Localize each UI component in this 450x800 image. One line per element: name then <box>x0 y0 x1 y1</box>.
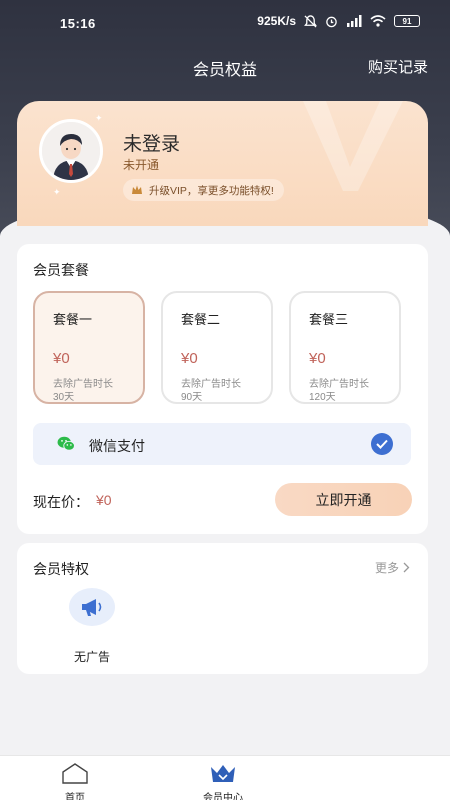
network-speed: 925K/s <box>257 14 296 28</box>
wifi-icon <box>370 15 386 27</box>
signal-icon <box>346 15 362 27</box>
member-name[interactable]: 未登录 <box>123 129 180 156</box>
plan-days: 120天 <box>309 392 336 403</box>
plan-name: 套餐二 <box>181 312 221 327</box>
more-link[interactable]: 更多 <box>375 559 410 576</box>
plan-card-3[interactable]: 套餐三 ¥0 去除广告时长 120天 <box>289 291 401 404</box>
nav-member-center-label: 会员中心 <box>203 793 243 800</box>
plan-days: 30天 <box>53 392 75 403</box>
nav-home[interactable]: 首页 <box>35 762 115 800</box>
plan-days: 90天 <box>181 392 203 403</box>
chevron-right-icon <box>403 562 410 573</box>
member-card: ✦ ✦ 未登录 未开通 升级VIP，享更多功能特权! <box>17 101 428 226</box>
privilege-no-ads[interactable]: 无广告 <box>65 588 119 665</box>
plan-card-1[interactable]: 套餐一 ¥0 去除广告时长 30天 <box>33 291 145 404</box>
plan-name: 套餐一 <box>53 312 93 327</box>
plan-card-2[interactable]: 套餐二 ¥0 去除广告时长 90天 <box>161 291 273 404</box>
vip-tip-text: 升级VIP，享更多功能特权! <box>149 184 274 197</box>
more-label: 更多 <box>374 561 399 575</box>
sparkle-icon: ✦ <box>53 187 61 197</box>
privilege-label: 无广告 <box>73 650 110 664</box>
bottom-nav: 首页 会员中心 <box>0 755 450 800</box>
current-price-label: 现在价： <box>33 494 89 510</box>
mute-icon <box>304 14 317 28</box>
avatar[interactable] <box>39 119 103 183</box>
packages-title: 会员套餐 <box>33 262 89 278</box>
alarm-icon <box>325 15 338 28</box>
packages-panel: 会员套餐 套餐一 ¥0 去除广告时长 30天 套餐二 ¥0 去除广告时长 90天… <box>17 244 428 534</box>
open-now-button[interactable]: 立即开通 <box>275 483 412 516</box>
status-icons: 925K/s 91 <box>257 14 420 28</box>
battery-icon: 91 <box>394 15 420 27</box>
member-status: 未开通 <box>123 158 160 172</box>
plan-price: ¥0 <box>53 350 70 367</box>
privileges-panel: 会员特权 更多 无广告 <box>17 543 428 674</box>
plan-price: ¥0 <box>309 350 326 367</box>
home-icon <box>62 763 88 784</box>
plan-price: ¥0 <box>181 350 198 367</box>
sparkle-icon: ✦ <box>95 113 103 123</box>
privileges-title: 会员特权 <box>33 561 89 577</box>
status-time: 15:16 <box>60 16 96 31</box>
wechat-pay-option[interactable]: 微信支付 <box>33 423 411 465</box>
nav-home-label: 首页 <box>65 793 85 800</box>
purchase-records-link[interactable]: 购买记录 <box>368 56 428 77</box>
vip-watermark-icon <box>303 101 403 191</box>
current-price-value: ¥0 <box>96 492 112 508</box>
nav-member-center[interactable]: 会员中心 <box>183 762 263 800</box>
title-bar: 会员权益 购买记录 <box>0 50 450 80</box>
wechat-icon <box>57 436 75 451</box>
payment-method-label: 微信支付 <box>89 438 145 454</box>
check-icon[interactable] <box>371 433 393 455</box>
crown-tip-icon <box>132 185 142 194</box>
plan-name: 套餐三 <box>309 312 349 327</box>
vip-tip-badge: 升级VIP，享更多功能特权! <box>123 179 284 201</box>
megaphone-icon <box>69 588 115 626</box>
crown-icon <box>211 765 235 782</box>
status-bar: 15:16 925K/s 91 <box>0 0 450 40</box>
